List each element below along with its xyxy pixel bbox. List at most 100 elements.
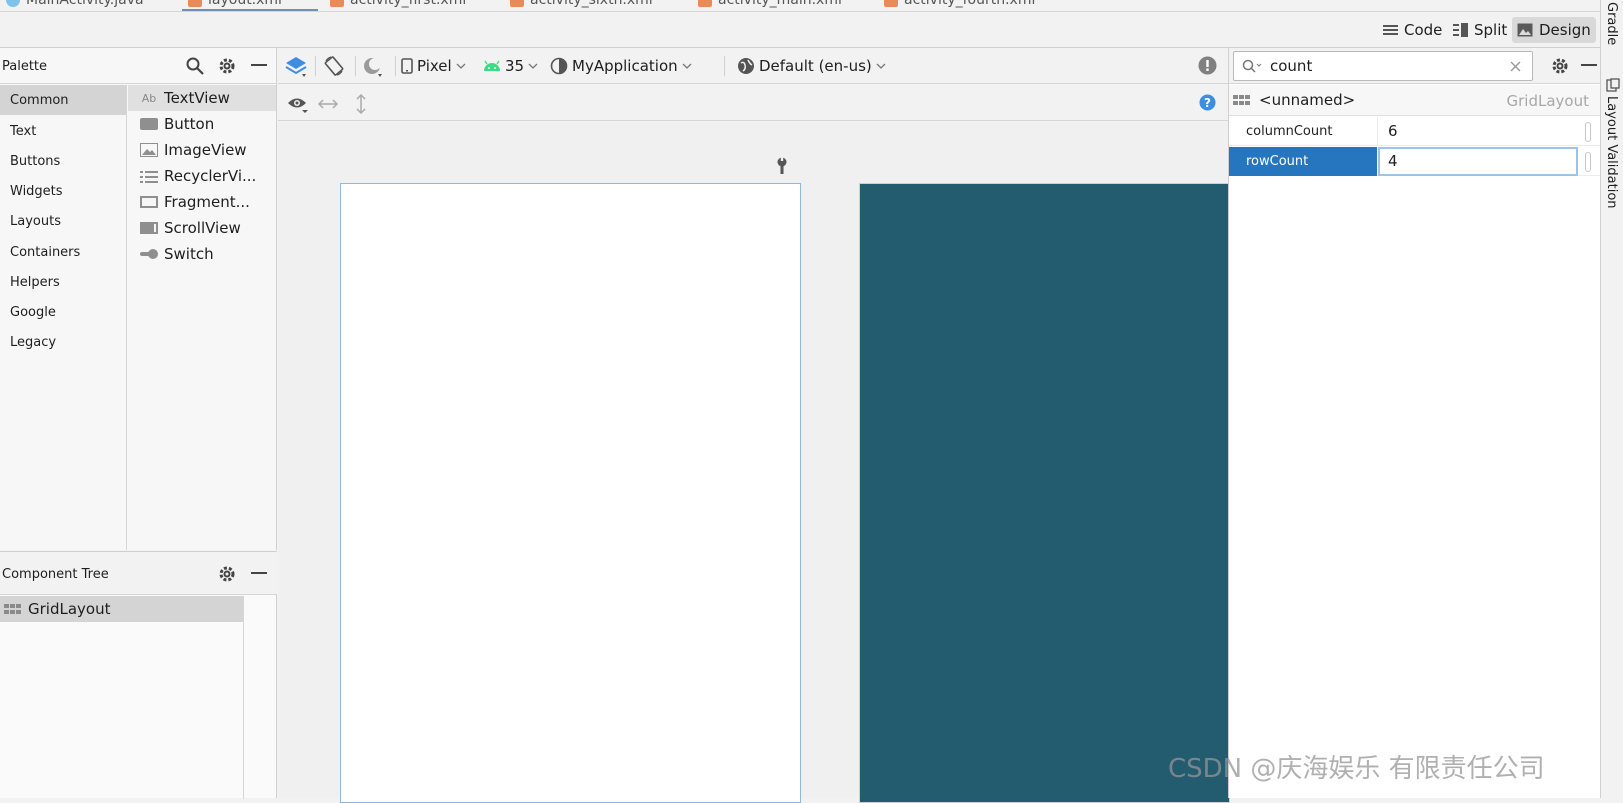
palette-category-buttons[interactable]: Buttons [0,146,126,176]
xml-file-icon [330,0,344,7]
attributes-search-field[interactable]: count [1233,51,1533,81]
button-icon [140,117,158,131]
attributes-component-header: <unnamed> GridLayout [1229,85,1601,116]
minimize-icon[interactable] [251,64,267,67]
palette-category-common[interactable]: Common [0,85,126,115]
night-mode-icon [364,58,382,77]
component-tree-header: Component Tree [0,552,277,595]
chevron-down-icon [456,63,466,69]
design-toolbar: Pixel 35 MyApplication Default (en-us) [278,48,1228,84]
palette-widget-scrollview[interactable]: ScrollView [128,215,276,241]
attributes-search-value: count [1270,57,1313,75]
help-icon[interactable]: ? [1199,94,1216,111]
search-icon[interactable] [186,57,204,75]
view-mode-bar: Code Split Design [0,12,1600,48]
palette-widget-imageview[interactable]: ImageView [128,137,276,163]
image-icon [1517,23,1533,37]
device-selector[interactable]: Pixel [401,54,466,78]
attribute-value-field[interactable]: 4 [1378,147,1578,176]
editor-tab[interactable]: MainActivity.java [6,0,144,10]
palette-category-list: Common Text Buttons Widgets Layouts Cont… [0,85,127,550]
attribute-row-columncount[interactable]: columnCount 6 [1229,117,1601,146]
xml-file-icon [884,0,898,7]
attribute-row-rowcount[interactable]: rowCount 4 [1229,147,1601,176]
gear-icon[interactable] [218,565,236,583]
palette-category-layouts[interactable]: Layouts [0,206,126,236]
api-level-selector[interactable]: 35 [483,54,538,78]
warning-icon[interactable] [1198,56,1217,75]
layout-preview-screen[interactable] [340,183,801,803]
design-canvas[interactable] [278,122,1230,803]
editor-tab[interactable]: activity_sixth.xml [510,0,653,10]
palette-widget-fragment[interactable]: Fragment... [128,189,276,215]
attribute-picker-handle[interactable] [1585,152,1591,172]
toolbar-separator [724,56,725,76]
layers-icon [285,57,307,77]
editor-tab[interactable]: activity_main.xml [698,0,842,10]
layout-validation-icon [1606,78,1620,92]
orientation-button[interactable] [323,54,345,78]
vertical-resize-icon[interactable] [356,94,366,114]
palette-panel: Palette Common Text Buttons Widgets Layo… [0,48,277,550]
design-toolbar-secondary: ? [278,85,1228,121]
component-tree-row-gridlayout[interactable]: GridLayout [0,596,243,622]
palette-header: Palette [0,48,277,84]
palette-widget-recyclerview[interactable]: RecyclerVi... [128,163,276,189]
attribute-name: columnCount [1246,124,1333,139]
theme-selector[interactable]: MyApplication [550,54,692,78]
watermark: CSDN @庆海娱乐 有限责任公司 [1168,754,1545,784]
palette-category-helpers[interactable]: Helpers [0,267,126,297]
layout-validation-tool-button[interactable]: Layout Validation [1604,96,1619,209]
palette-widget-button[interactable]: Button [128,111,276,137]
chevron-down-icon [682,63,692,69]
code-mode-button[interactable]: Code [1378,17,1447,43]
toolbar-separator [395,56,396,76]
component-tree-title: Component Tree [2,567,109,582]
horizontal-resize-icon[interactable] [318,99,338,109]
toolbar-separator [315,56,316,76]
design-surface-button[interactable] [284,54,308,78]
recyclerview-icon [140,169,158,183]
locale-selector[interactable]: Default (en-us) [737,54,886,78]
android-icon [484,60,500,71]
gear-icon[interactable] [218,57,236,75]
scrollview-icon [140,221,158,235]
java-file-icon [6,0,20,7]
palette-title: Palette [2,59,48,74]
gear-icon[interactable] [1551,57,1569,75]
editor-tab[interactable]: activity_fourth.xml [884,0,1035,10]
clear-icon[interactable] [1510,61,1521,72]
design-mode-button[interactable]: Design [1512,17,1596,43]
component-class: GridLayout [1506,92,1589,110]
palette-category-text[interactable]: Text [0,116,126,146]
palette-widget-textview[interactable]: Ab TextView [128,85,276,111]
palette-category-containers[interactable]: Containers [0,237,126,267]
gradle-tool-button[interactable]: Gradle [1604,2,1619,45]
palette-category-widgets[interactable]: Widgets [0,176,126,206]
palette-category-legacy[interactable]: Legacy [0,327,126,357]
minimize-icon[interactable] [1581,64,1597,67]
attributes-search-row: count [1229,48,1601,84]
svg-text:?: ? [1204,96,1211,110]
fragment-icon [140,195,158,209]
minimize-icon[interactable] [251,572,267,575]
xml-file-icon [510,0,524,7]
search-icon [1242,59,1262,73]
gridlayout-icon [1233,94,1250,105]
palette-widget-switch[interactable]: Switch [128,241,276,267]
night-mode-button[interactable] [362,54,384,78]
view-options-button[interactable] [287,92,309,116]
attribute-name: rowCount [1229,147,1377,176]
attributes-panel: count <unnamed> GridLayout columnCount 6… [1228,48,1601,798]
wrench-icon[interactable] [776,157,788,175]
attribute-value-field[interactable]: 6 [1377,117,1581,146]
rotate-screen-icon [324,56,344,76]
split-mode-button[interactable]: Split [1448,17,1512,43]
palette-category-google[interactable]: Google [0,297,126,327]
blueprint-screen[interactable] [859,183,1230,803]
textview-icon: Ab [141,91,157,105]
palette-widget-list: Ab TextView Button ImageView RecyclerVi..… [128,85,276,550]
chevron-down-icon [876,63,886,69]
editor-tab[interactable]: activity_first.xml [330,0,466,10]
attribute-picker-handle[interactable] [1585,122,1591,142]
